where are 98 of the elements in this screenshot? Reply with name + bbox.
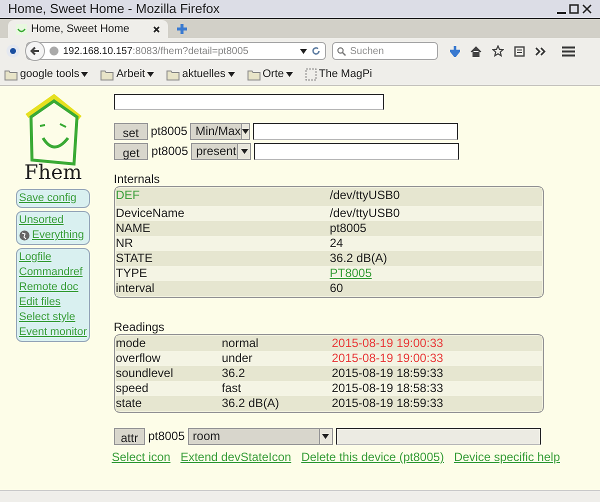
caret-icon xyxy=(81,72,88,77)
internal-name: NR xyxy=(116,236,134,251)
reading-name: mode xyxy=(116,336,147,351)
url-text: 192.168.10.157:8083/fhem?detail=pt8005 xyxy=(63,44,250,58)
bookmark[interactable]: google tools xyxy=(4,66,88,83)
reading-time: 2015-08-19 18:59:33 xyxy=(332,366,444,381)
bookmark[interactable]: aktuelles xyxy=(166,66,234,83)
globe-icon xyxy=(19,230,30,241)
reading-time: 2015-08-19 18:58:33 xyxy=(332,381,444,396)
device-name: pt8005 xyxy=(148,428,185,445)
download-icon[interactable] xyxy=(450,46,460,56)
bookmark[interactable]: Arbeit xyxy=(100,66,154,83)
reading-time: 2015-08-19 19:00:33 xyxy=(332,336,444,351)
folder-icon xyxy=(246,68,260,80)
internal-value: pt8005 xyxy=(330,221,366,236)
dropdown[interactable]: present xyxy=(191,142,252,160)
reading-name: soundlevel xyxy=(116,366,174,381)
input-field[interactable] xyxy=(336,428,541,444)
internal-name[interactable]: DEF xyxy=(116,188,330,203)
action-link[interactable]: Device specific help xyxy=(454,448,560,466)
close-icon[interactable] xyxy=(582,4,592,14)
menu-link[interactable]: Event monitor xyxy=(19,325,87,340)
attr-button[interactable]: attr xyxy=(114,428,146,444)
reading-value: 36.2 dB(A) xyxy=(222,396,280,411)
menu-link[interactable]: Edit files xyxy=(19,295,87,310)
internal-name: DeviceName xyxy=(116,206,186,221)
overflow-chevron-icon[interactable] xyxy=(535,46,546,56)
bookmark[interactable]: The MagPi xyxy=(304,66,372,83)
internal-name: TYPE xyxy=(116,266,148,281)
internal-value: 24 xyxy=(330,236,344,251)
window-title: Home, Sweet Home - Mozilla Firefox xyxy=(8,0,220,18)
reading-name: speed xyxy=(116,381,150,396)
caret-icon xyxy=(147,72,154,77)
menu-link[interactable]: Commandref xyxy=(19,265,87,280)
caret-icon xyxy=(322,434,330,438)
search-field[interactable]: Suchen xyxy=(332,42,438,60)
folder-icon xyxy=(166,68,180,80)
reading-time: 2015-08-19 18:59:33 xyxy=(332,396,444,411)
menu-icon[interactable] xyxy=(562,46,575,56)
reload-icon[interactable] xyxy=(311,46,321,56)
close-icon[interactable] xyxy=(153,26,160,32)
clipboard-icon[interactable] xyxy=(514,45,525,57)
internal-value: /dev/ttyUSB0 xyxy=(330,188,400,203)
folder-icon xyxy=(100,68,114,80)
plus-icon[interactable] xyxy=(176,23,188,35)
caret-icon xyxy=(240,148,248,154)
dropdown[interactable]: room xyxy=(188,428,333,444)
input-field[interactable] xyxy=(253,122,458,140)
bookmark[interactable]: Orte xyxy=(246,66,293,83)
home-icon[interactable] xyxy=(470,46,482,56)
command-button[interactable]: set xyxy=(114,122,148,140)
command-button[interactable]: get xyxy=(114,142,148,160)
reading-name: state xyxy=(116,396,143,411)
internal-value: 36.2 dB(A) xyxy=(330,251,388,266)
menu-link[interactable]: Unsorted xyxy=(19,213,87,228)
menu-link[interactable]: Logfile xyxy=(19,250,87,265)
star-icon[interactable] xyxy=(492,45,504,57)
page-icon xyxy=(304,68,317,81)
action-link[interactable]: Delete this device (pt8005) xyxy=(301,448,444,466)
caret-icon xyxy=(242,128,250,134)
logo-text: Fhem xyxy=(24,162,82,182)
globe-icon xyxy=(49,46,59,56)
action-link[interactable]: Select icon xyxy=(112,448,170,466)
action-link[interactable]: Extend devStateIcon xyxy=(180,448,292,466)
back-arrow-icon[interactable] xyxy=(30,46,40,56)
menu-link[interactable]: Save config xyxy=(19,191,87,206)
internal-value[interactable]: PT8005 xyxy=(330,266,372,281)
internal-value: /dev/ttyUSB0 xyxy=(330,206,400,221)
input-field[interactable] xyxy=(254,142,460,160)
device-name: pt8005 xyxy=(151,143,188,160)
maximize-icon[interactable] xyxy=(569,4,579,14)
menu-link[interactable]: Everything xyxy=(19,228,87,243)
internal-name: NAME xyxy=(116,221,152,236)
reading-time: 2015-08-19 19:00:33 xyxy=(332,351,444,366)
search-input[interactable]: Suchen xyxy=(350,44,430,58)
section-title: Readings xyxy=(114,320,166,334)
internal-value: 60 xyxy=(330,281,344,296)
caret-icon xyxy=(228,72,234,77)
dropdown[interactable]: Min/Max xyxy=(190,122,250,140)
smile-icon xyxy=(16,24,27,34)
device-name: pt8005 xyxy=(150,123,188,140)
folder-icon xyxy=(4,68,18,80)
internal-name: STATE xyxy=(116,251,154,266)
address-bar[interactable]: 192.168.10.157:8083/fhem?detail=pt8005 xyxy=(26,42,326,60)
reading-name: overflow xyxy=(116,351,162,366)
browser-tab[interactable]: Home, Sweet Home xyxy=(8,20,168,38)
section-title: Internals xyxy=(114,172,161,186)
search-icon xyxy=(337,46,346,56)
menu-link[interactable]: Remote doc xyxy=(19,280,87,295)
reading-value: under xyxy=(222,351,254,366)
reading-value: normal xyxy=(222,336,260,351)
internal-name: interval xyxy=(116,281,156,296)
reading-value: fast xyxy=(222,381,242,396)
caret-icon xyxy=(286,72,293,77)
input-field[interactable] xyxy=(114,94,384,110)
menu-link[interactable]: Select style xyxy=(19,310,87,325)
caret-icon xyxy=(300,48,307,54)
reading-value: 36.2 xyxy=(222,366,246,381)
